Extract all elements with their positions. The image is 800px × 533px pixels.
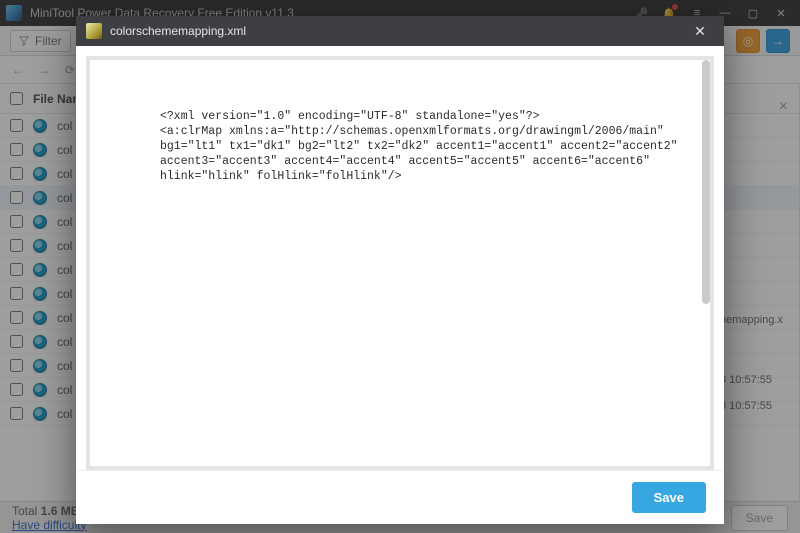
modal-save-button[interactable]: Save xyxy=(632,482,706,513)
document-content: <?xml version="1.0" encoding="UTF-8" sta… xyxy=(160,110,690,185)
preview-modal: colorschememapping.xml ✕ <?xml version="… xyxy=(76,16,724,524)
modal-body: <?xml version="1.0" encoding="UTF-8" sta… xyxy=(76,46,724,470)
modal-header: colorschememapping.xml ✕ xyxy=(76,16,724,46)
modal-app-icon xyxy=(86,23,102,39)
modal-footer: Save xyxy=(76,470,724,524)
modal-title: colorschememapping.xml xyxy=(110,24,678,38)
modal-close-button[interactable]: ✕ xyxy=(686,20,714,42)
document-viewport[interactable]: <?xml version="1.0" encoding="UTF-8" sta… xyxy=(86,56,714,470)
vertical-scrollbar[interactable] xyxy=(702,60,710,304)
